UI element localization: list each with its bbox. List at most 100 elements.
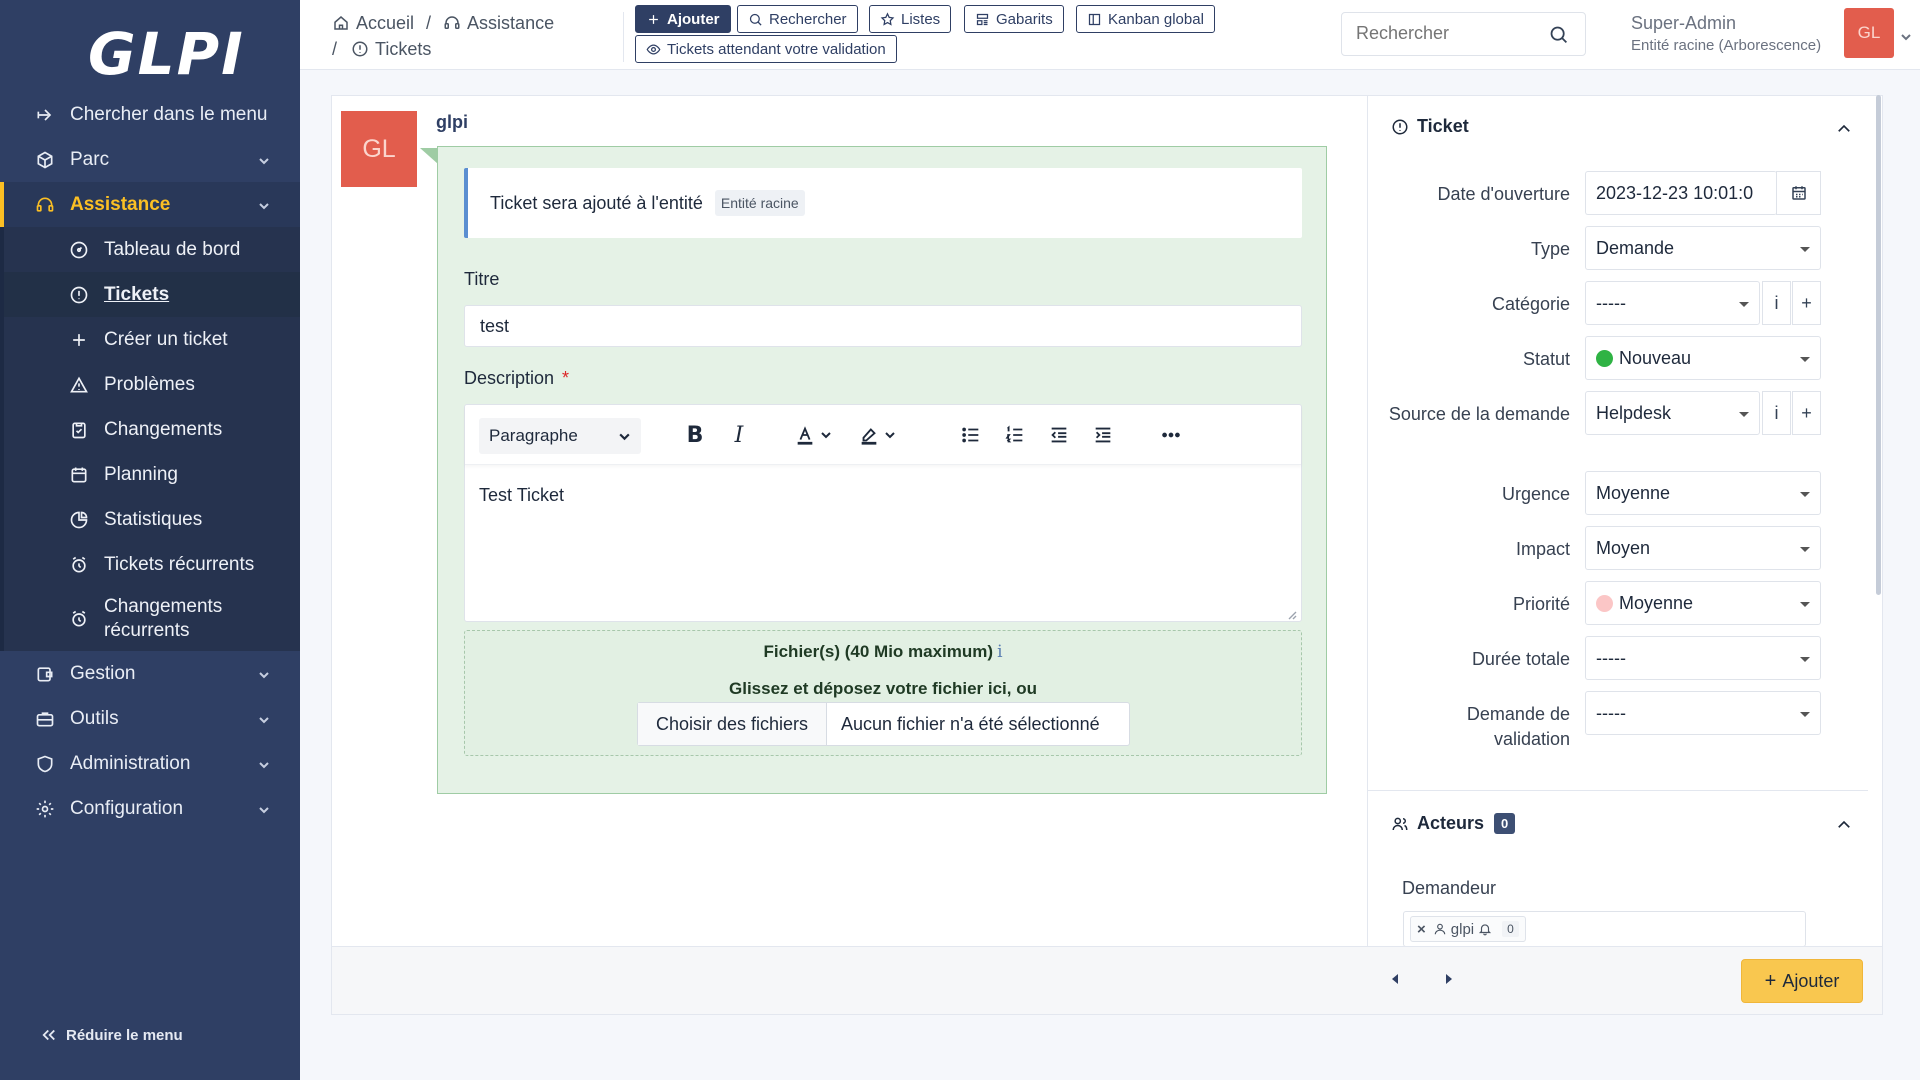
- kanban-button[interactable]: Kanban global: [1076, 5, 1215, 33]
- top-header: Accueil / Assistance / Tickets Ajouter R…: [300, 0, 1920, 70]
- impact-select[interactable]: Moyen: [1585, 526, 1821, 570]
- breadcrumb-tickets[interactable]: Tickets: [375, 36, 431, 62]
- global-search-input[interactable]: [1356, 13, 1546, 53]
- submenu-label: Créer un ticket: [104, 328, 228, 350]
- user-info[interactable]: Super-Admin Entité racine (Arborescence): [1631, 13, 1821, 54]
- remove-requester-button[interactable]: ×: [1417, 921, 1426, 938]
- sidebar-item-gestion[interactable]: Gestion: [0, 651, 300, 696]
- breadcrumb: Accueil / Assistance / Tickets: [332, 10, 554, 62]
- sidebar-item-assistance[interactable]: Assistance: [0, 182, 300, 227]
- collapse-ticket-panel[interactable]: [1835, 120, 1853, 138]
- caret-right-icon[interactable]: [1441, 972, 1457, 988]
- submit-add-button[interactable]: + Ajouter: [1741, 959, 1863, 1003]
- avatar[interactable]: GL: [1844, 8, 1894, 58]
- arrow-right-icon: [34, 104, 56, 126]
- indent-button[interactable]: [1091, 423, 1115, 447]
- more-options-button[interactable]: [1159, 423, 1183, 447]
- category-info-button[interactable]: i: [1762, 281, 1791, 325]
- submenu-create-ticket[interactable]: Créer un ticket: [4, 317, 300, 362]
- submenu-tickets[interactable]: Tickets: [4, 272, 300, 317]
- italic-button[interactable]: I: [727, 423, 751, 448]
- caret-down-icon: [1800, 657, 1810, 662]
- urgency-select[interactable]: Moyenne: [1585, 471, 1821, 515]
- reduce-menu-button[interactable]: Réduire le menu: [40, 1026, 183, 1044]
- lists-button[interactable]: Listes: [869, 5, 952, 33]
- search-icon[interactable]: [1548, 24, 1569, 45]
- collapse-actors-panel[interactable]: [1835, 816, 1853, 834]
- file-dropzone[interactable]: Fichier(s) (40 Mio maximum) i Glissez et …: [464, 630, 1302, 756]
- file-input[interactable]: Choisir des fichiers Aucun fichier n'a é…: [637, 702, 1130, 746]
- category-value: -----: [1596, 292, 1626, 313]
- requester-tag-count: 0: [1502, 921, 1519, 937]
- choose-files-button[interactable]: Choisir des fichiers: [638, 703, 827, 745]
- source-select[interactable]: Helpdesk: [1585, 391, 1760, 435]
- sidebar-item-label: Assistance: [70, 193, 171, 215]
- submenu-label: Changements: [104, 418, 223, 440]
- description-content[interactable]: Test Ticket: [479, 485, 564, 506]
- type-select[interactable]: Demande: [1585, 226, 1821, 270]
- sidebar-search-menu[interactable]: Chercher dans le menu: [0, 92, 300, 137]
- sidebar-item-outils[interactable]: Outils: [0, 696, 300, 741]
- submenu-planning[interactable]: Planning: [4, 452, 300, 497]
- ticket-panel-header[interactable]: Ticket: [1391, 116, 1469, 137]
- bold-button[interactable]: B: [683, 423, 707, 448]
- outdent-button[interactable]: [1047, 423, 1071, 447]
- breadcrumb-home[interactable]: Accueil: [356, 10, 414, 36]
- star-icon: [880, 11, 895, 26]
- submenu-dashboard[interactable]: Tableau de bord: [4, 227, 300, 272]
- templates-button[interactable]: Gabarits: [964, 5, 1064, 33]
- highlight-color-button[interactable]: [857, 423, 881, 447]
- source-info-button[interactable]: i: [1762, 391, 1791, 435]
- submenu-changes[interactable]: Changements: [4, 407, 300, 452]
- highlight-color-dropdown[interactable]: [883, 423, 897, 447]
- urgency-value: Moyenne: [1596, 482, 1671, 503]
- breadcrumb-assistance[interactable]: Assistance: [467, 10, 554, 36]
- search-button[interactable]: Rechercher: [737, 5, 858, 33]
- submenu-statistics[interactable]: Statistiques: [4, 497, 300, 542]
- template-icon: [976, 13, 989, 25]
- bullet-list-button[interactable]: [959, 423, 983, 447]
- title-input[interactable]: test: [464, 305, 1302, 347]
- resize-handle[interactable]: [1287, 607, 1297, 620]
- validation-tickets-button[interactable]: Tickets attendant votre validation: [635, 35, 897, 63]
- text-color-button[interactable]: [793, 423, 817, 447]
- validation-tickets-label: Tickets attendant votre validation: [667, 40, 886, 58]
- actors-panel-header[interactable]: Acteurs 0: [1391, 813, 1516, 834]
- status-select[interactable]: Nouveau: [1585, 336, 1821, 380]
- reduce-menu-label: Réduire le menu: [66, 1026, 183, 1044]
- entity-notice: Ticket sera ajouté à l'entité Entité rac…: [464, 168, 1302, 238]
- bell-icon[interactable]: [1478, 922, 1492, 936]
- glpi-logo[interactable]: GLPI: [88, 20, 245, 88]
- submenu-recurrent-changes[interactable]: Changements récurrents: [4, 587, 300, 651]
- plus-icon: +: [1764, 969, 1777, 992]
- sidebar-item-parc[interactable]: Parc: [0, 137, 300, 182]
- sidebar-item-administration[interactable]: Administration: [0, 741, 300, 786]
- requester-tag: × glpi 0: [1410, 916, 1526, 942]
- calendar-button[interactable]: [1776, 171, 1821, 215]
- ticket-form: Ticket sera ajouté à l'entité Entité rac…: [437, 146, 1327, 794]
- panel-scrollbar[interactable]: [1876, 95, 1881, 595]
- ticket-panel-title: Ticket: [1417, 116, 1469, 136]
- paragraph-format-select[interactable]: Paragraphe: [479, 418, 641, 454]
- category-add-button[interactable]: +: [1792, 281, 1821, 325]
- chevron-down-icon[interactable]: [1900, 30, 1912, 42]
- numbered-list-button[interactable]: [1003, 423, 1027, 447]
- title-label: Titre: [464, 269, 500, 289]
- category-select[interactable]: -----: [1585, 281, 1760, 325]
- alarm-clock-icon: [68, 608, 90, 630]
- add-button[interactable]: Ajouter: [635, 5, 731, 33]
- caret-left-icon[interactable]: [1389, 972, 1405, 988]
- priority-select[interactable]: Moyenne: [1585, 581, 1821, 625]
- opening-date-input[interactable]: 2023-12-23 10:01:0: [1585, 171, 1777, 215]
- submenu-problems[interactable]: Problèmes: [4, 362, 300, 407]
- validation-request-select[interactable]: -----: [1585, 691, 1821, 735]
- sidebar-item-configuration[interactable]: Configuration: [0, 786, 300, 831]
- submenu-label: Statistiques: [104, 508, 203, 530]
- source-add-button[interactable]: +: [1792, 391, 1821, 435]
- submenu-recurrent-tickets[interactable]: Tickets récurrents: [4, 542, 300, 587]
- text-color-dropdown[interactable]: [819, 423, 833, 447]
- info-icon[interactable]: i: [997, 642, 1002, 662]
- requester-field[interactable]: × glpi 0: [1403, 911, 1806, 947]
- total-duration-select[interactable]: -----: [1585, 636, 1821, 680]
- actors-panel-title: Acteurs: [1417, 813, 1485, 833]
